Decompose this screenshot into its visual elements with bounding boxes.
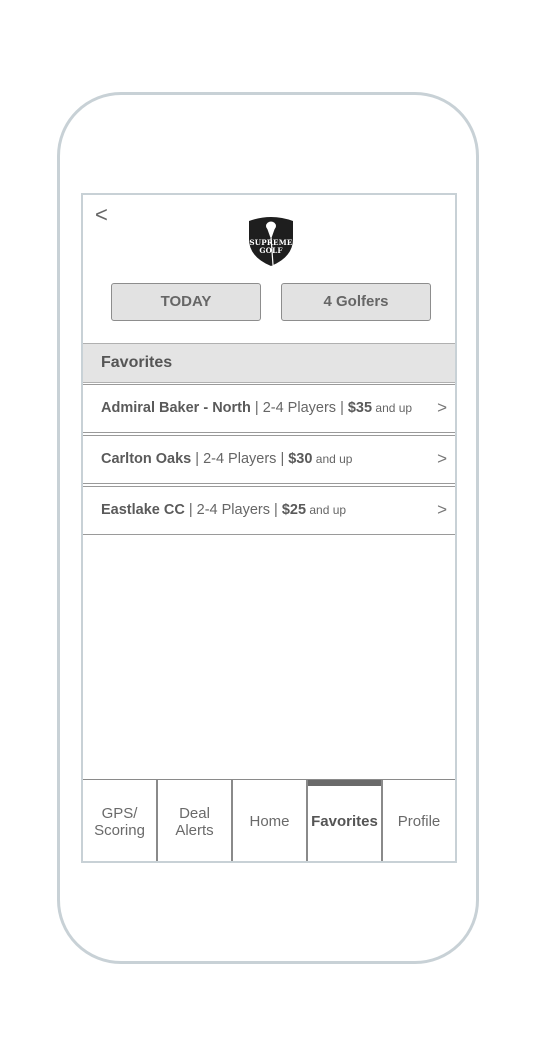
course-name: Admiral Baker - North [101, 400, 251, 416]
list-item[interactable]: Carlton Oaks | 2-4 Players | $30 and up … [83, 435, 455, 484]
tab-deal-label-line2: Alerts [175, 821, 214, 839]
chevron-right-icon: > [437, 398, 447, 417]
tab-profile[interactable]: Profile [383, 780, 455, 861]
favorites-section-header: Favorites [83, 343, 455, 383]
golfers-filter-button[interactable]: 4 Golfers [281, 283, 431, 321]
tab-profile-label: Profile [397, 813, 441, 830]
chevron-right-icon: > [437, 449, 447, 468]
tab-home[interactable]: Home [233, 780, 308, 861]
course-name: Carlton Oaks [101, 451, 192, 467]
date-filter-button[interactable]: TODAY [111, 283, 261, 321]
course-price: $30 [288, 451, 313, 467]
course-name: Eastlake CC [101, 502, 185, 518]
back-button[interactable]: < [95, 203, 108, 227]
tab-deal-alerts[interactable]: Deal Alerts [158, 780, 233, 861]
course-summary: Eastlake CC | 2-4 Players | $25 and up [101, 502, 346, 518]
course-price-suffix: and up [306, 503, 347, 517]
app-screen: < SUPREME GOLF TODAY 4 Golfers Favorites… [81, 193, 457, 863]
supreme-golf-logo: SUPREME GOLF [249, 217, 293, 266]
course-players: | 2-4 Players | [191, 451, 289, 467]
tab-favorites[interactable]: Favorites [308, 780, 383, 861]
list-item[interactable]: Admiral Baker - North | 2-4 Players | $3… [83, 384, 455, 433]
tab-deal-label-line1: Deal [179, 804, 210, 822]
bottom-tab-bar: GPS/ Scoring Deal Alerts Home Favorites … [83, 779, 455, 861]
active-tab-indicator [308, 780, 381, 786]
tab-gps-scoring[interactable]: GPS/ Scoring [83, 780, 158, 861]
tab-gps-label-line1: GPS/ [101, 804, 138, 822]
list-item[interactable]: Eastlake CC | 2-4 Players | $25 and up > [83, 486, 455, 535]
course-players: | 2-4 Players | [250, 400, 348, 416]
tab-favorites-label: Favorites [311, 813, 378, 830]
course-price: $35 [347, 400, 373, 416]
course-players: | 2-4 Players | [184, 502, 282, 518]
course-summary: Carlton Oaks | 2-4 Players | $30 and up [101, 451, 352, 467]
course-price-suffix: and up [372, 401, 413, 415]
course-price-suffix: and up [312, 452, 353, 466]
tab-gps-label-line2: Scoring [94, 821, 145, 839]
course-price: $25 [281, 502, 307, 518]
tab-home-label: Home [249, 813, 290, 830]
favorites-title: Favorites [101, 354, 173, 371]
course-summary: Admiral Baker - North | 2-4 Players | $3… [101, 400, 412, 416]
chevron-right-icon: > [437, 500, 447, 519]
